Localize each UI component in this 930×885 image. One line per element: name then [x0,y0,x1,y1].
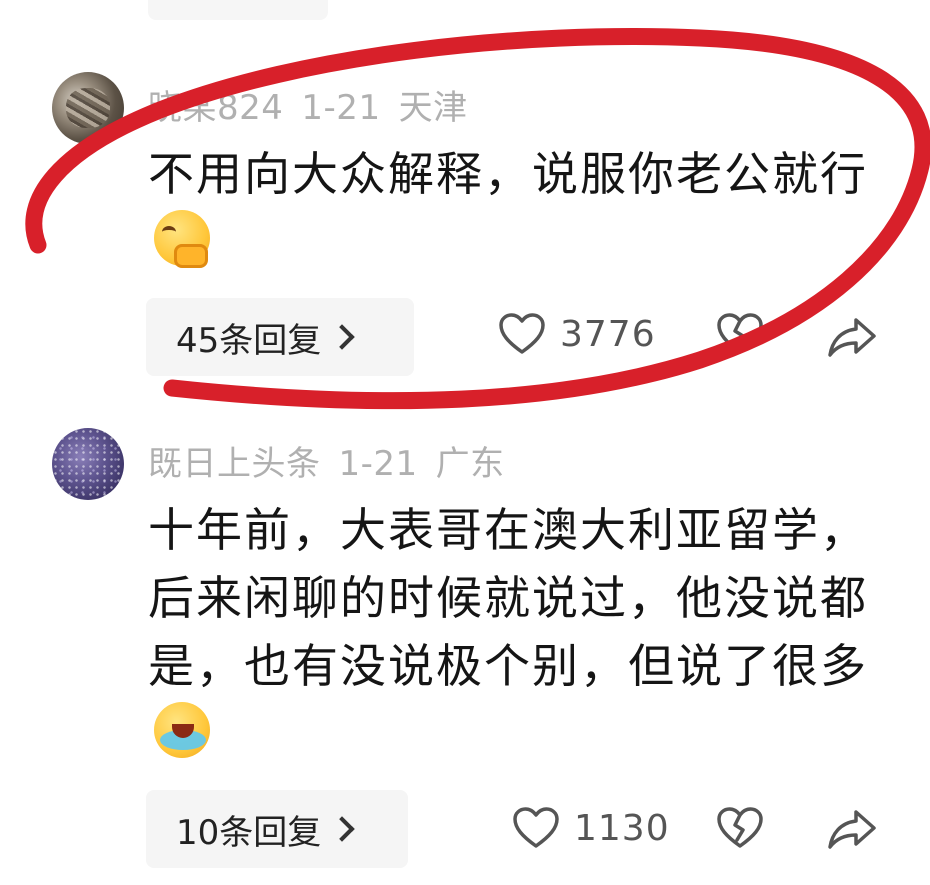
share-arrow-icon [828,318,876,357]
view-replies-button[interactable]: 45条回复 [146,298,414,376]
like-count: 3776 [560,313,656,355]
like-count: 1130 [574,807,670,849]
comment-text-content: 不用向大众解释，说服你老公就行 [148,147,868,201]
loudly-crying-face-emoji-icon [154,702,210,758]
like-button[interactable]: 3776 [498,312,656,356]
comment-meta: 既日上头条 1-21 广东 [148,436,523,485]
heart-icon [513,807,559,848]
avatar[interactable] [52,428,124,500]
comment-location: 天津 [398,88,468,128]
chevron-right-icon [329,324,355,350]
like-button[interactable]: 1130 [512,806,670,850]
comment-text-content: 十年前，大表哥在澳大利亚留学，后来闲聊的时候就说过，他没说都是，也有没说极个别，… [148,503,868,693]
username[interactable]: 晓某824 [148,88,283,128]
thinking-face-emoji-icon [154,210,210,268]
comment-date: 1-21 [338,444,418,484]
share-button[interactable] [826,808,878,850]
comment-meta: 晓某824 1-21 天津 [148,80,486,129]
dislike-button[interactable] [716,312,764,356]
comment-location: 广东 [435,444,505,484]
chevron-right-icon [329,816,355,842]
share-button[interactable] [826,316,878,358]
avatar[interactable] [52,72,124,144]
comment-date: 1-21 [301,88,381,128]
replies-label: 45条回复 [176,320,322,361]
view-replies-button[interactable]: 10条回复 [146,790,408,868]
comment-text: 不用向大众解释，说服你老公就行 [148,140,868,276]
comment-text: 十年前，大表哥在澳大利亚留学，后来闲聊的时候就说过，他没说都是，也有没说极个别，… [148,496,868,768]
broken-heart-icon [717,807,763,848]
share-arrow-icon [828,810,876,849]
dislike-button[interactable] [716,806,764,850]
replies-label: 10条回复 [176,812,322,853]
comment-feed: 晓某824 1-21 天津 不用向大众解释，说服你老公就行 45条回复 3776 [0,0,930,885]
username[interactable]: 既日上头条 [148,444,321,484]
previous-reply-pill-remnant [148,0,328,20]
heart-icon [499,313,545,354]
broken-heart-icon [717,313,763,354]
